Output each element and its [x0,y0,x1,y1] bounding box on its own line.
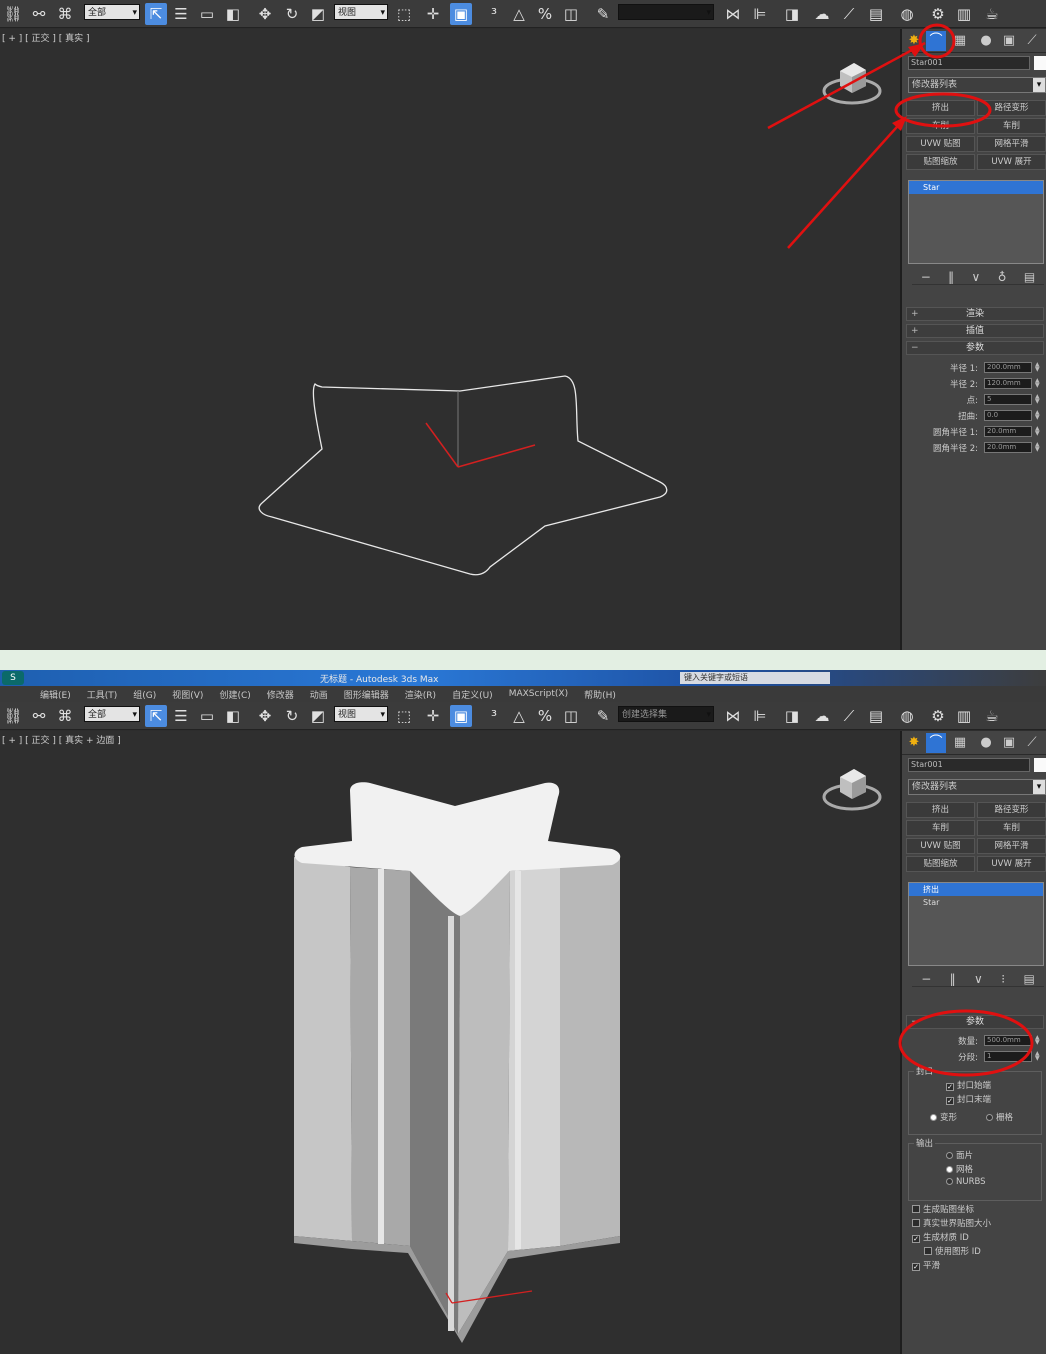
modify-tab-highlight [918,23,956,59]
parameters-highlight [898,1009,1034,1077]
red-annotation-overlay [898,1009,1034,1077]
screenshot-separator [0,650,1046,670]
arrow-to-extrude-button [787,117,906,249]
extrude-button-highlight [894,92,992,128]
screenshot-extruded-star: S 无标题 - Autodesk 3ds Max 键入关键字或短语 编辑(E) … [0,670,1046,1354]
arrow-to-modify-tab [767,41,926,130]
red-annotation-overlay [767,23,992,249]
screenshot-star-spline: ⛓ ⚯ ⌘ 全部 ⇱ ☰ ▭ ◧ ✥ ↻ ◩ 视图 ⬚ ✛ ▣ ³ △ % ◫ … [0,0,1046,650]
